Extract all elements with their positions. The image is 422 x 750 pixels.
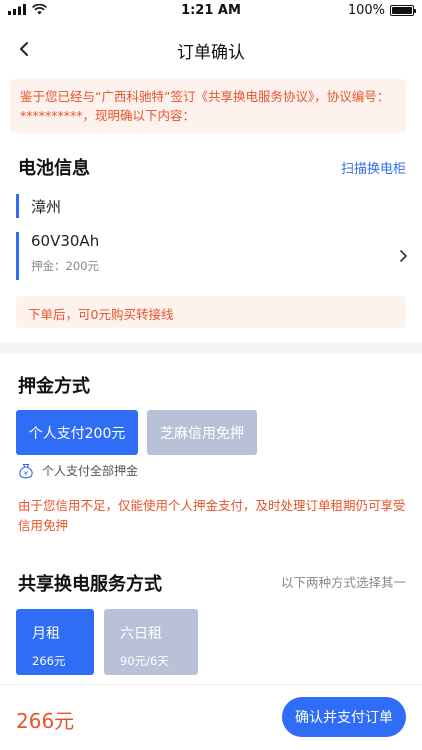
sesame-credit-button[interactable]: 芝麻信用免押 (147, 410, 257, 455)
bottom-bar: 266元 确认并支付订单 (0, 684, 422, 750)
service-method-hint: 以下两种方式选择其一 (280, 575, 406, 590)
order-total: 266元 (16, 709, 75, 733)
battery-model: 60V30Ah (31, 232, 100, 250)
section-divider (0, 343, 422, 353)
adapter-tip: 下单后，可0元购买转接线 (16, 296, 406, 328)
plan-card-monthly[interactable]: 月租 266元 (16, 609, 94, 675)
city-item: 漳州 (16, 194, 61, 218)
plan-name: 月租 (32, 626, 60, 642)
scan-cabinet-link[interactable]: 扫描换电柜 (341, 158, 406, 177)
status-right: 100% (347, 3, 416, 18)
battery-info-title: 电池信息 (18, 158, 90, 179)
deposit-method-title: 押金方式 (18, 376, 90, 397)
confirm-pay-button[interactable]: 确认并支付订单 (282, 697, 406, 737)
city-label: 漳州 (31, 197, 62, 216)
plan-name: 六日租 (120, 626, 162, 642)
nav-bar: 订单确认 (0, 28, 422, 70)
svg-text:¥: ¥ (24, 469, 28, 477)
battery-icon (390, 5, 416, 16)
page-title: 订单确认 (177, 43, 245, 63)
battery-detail-chevron[interactable] (399, 248, 408, 267)
battery-percent: 100% (347, 3, 385, 18)
personal-pay-button[interactable]: 个人支付200元 (16, 410, 138, 455)
plan-card-six-day[interactable]: 六日租 90元/6天 (104, 609, 198, 675)
battery-model-item[interactable]: 60V30Ah 押金：200元 (16, 232, 406, 280)
plan-price: 266元 (32, 654, 66, 668)
money-bag-icon: ¥ (19, 463, 33, 478)
deposit-info: 押金：200元 (31, 258, 406, 274)
plan-price: 90元/6天 (120, 654, 169, 668)
pay-note: ¥ 个人支付全部押金 (18, 462, 138, 479)
deposit-label: 押金： (31, 259, 66, 273)
deposit-value: 200元 (65, 259, 99, 273)
service-method-title: 共享换电服务方式 (18, 574, 162, 595)
credit-warning: 由于您信用不足，仅能使用个人押金支付，及时处理订单租期仍可享受信用免押 (18, 498, 406, 533)
pay-note-text: 个人支付全部押金 (42, 464, 139, 478)
chevron-right-icon (400, 250, 407, 262)
agreement-notice: 鉴于您已经与“广西科驰特”签订《共享换电服务协议》，协议编号：*********… (10, 79, 406, 133)
status-bar: 1:21 AM 100% (0, 0, 422, 22)
